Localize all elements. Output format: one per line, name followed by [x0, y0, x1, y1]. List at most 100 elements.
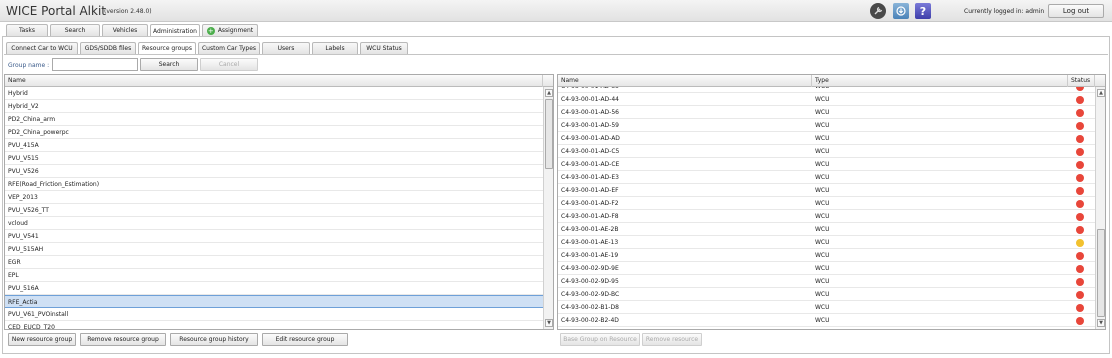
subtab-wcu-status[interactable]: WCU Status: [360, 42, 408, 54]
status-indicator: [1076, 161, 1084, 169]
table-row[interactable]: C4-93-00-02-9D-95 WCU: [558, 275, 1095, 288]
table-row[interactable]: C4-93-00-01-AD-F8 WCU: [558, 210, 1095, 223]
table-row[interactable]: PVU_415A: [5, 139, 543, 152]
table-row[interactable]: vcloud: [5, 217, 543, 230]
table-row[interactable]: RFE(Road_Friction_Estimation): [5, 178, 543, 191]
table-row[interactable]: CED_EUCD_T20: [5, 321, 543, 329]
table-row[interactable]: EGR: [5, 256, 543, 269]
subtab-labels[interactable]: Labels: [312, 42, 358, 54]
logout-button[interactable]: Log out: [1048, 4, 1104, 18]
scroll-up-icon[interactable]: ▲: [1097, 89, 1105, 97]
row-type: WCU: [815, 239, 830, 246]
table-row[interactable]: Hybrid_V2: [5, 100, 543, 113]
help-icon[interactable]: ?: [915, 3, 931, 19]
row-name: C4-93-00-01-AD-AD: [561, 135, 620, 142]
column-header-name[interactable]: Name: [5, 75, 543, 87]
row-name: C4-93-00-02-B1-D8: [561, 304, 619, 311]
remove-resource-button[interactable]: Remove resource: [642, 333, 702, 346]
table-row[interactable]: C4-93-00-02-B1-D8 WCU: [558, 301, 1095, 314]
row-name: PVU_V61_PVOinstall: [8, 311, 69, 318]
resource-group-history-button[interactable]: Resource group history: [170, 333, 258, 346]
row-name: C4-93-00-01-AD-C5: [561, 148, 620, 155]
subtab-custom-car-types[interactable]: Custom Car Types: [198, 42, 260, 54]
row-name: C4-93-00-01-AE-13: [561, 239, 619, 246]
cancel-button[interactable]: Cancel: [200, 58, 258, 71]
row-name: C4-93-00-01-AD-F2: [561, 200, 619, 207]
group-name-label: Group name :: [8, 62, 50, 69]
app-header: WICE Portal Alkit (version 2.48.0) ? Cur…: [0, 0, 1112, 22]
subtab-connect-car[interactable]: Connect Car to WCU: [6, 42, 78, 54]
table-row[interactable]: C4-93-00-01-AD-EF WCU: [558, 184, 1095, 197]
resource-groups-grid: Name Hybrid Hybrid_V2 PD2_China_arm PD2_Chi…: [4, 74, 554, 330]
scroll-thumb[interactable]: [1097, 229, 1105, 317]
table-row[interactable]: PVU_V515: [5, 152, 543, 165]
table-row[interactable]: C4-93-00-01-AD-44 WCU: [558, 93, 1095, 106]
status-indicator: [1076, 148, 1084, 156]
table-row[interactable]: PVU_516A: [5, 282, 543, 295]
table-row[interactable]: PVU_V541: [5, 230, 543, 243]
column-header-status[interactable]: Status: [1068, 75, 1095, 87]
status-indicator: [1076, 304, 1084, 312]
row-name: EGR: [8, 259, 21, 266]
new-resource-group-button[interactable]: New resource group: [8, 333, 76, 346]
vertical-scrollbar[interactable]: ▲ ▼: [543, 87, 553, 329]
table-row[interactable]: PVU_V526: [5, 165, 543, 178]
scroll-up-icon[interactable]: ▲: [545, 89, 553, 97]
settings-tool-icon[interactable]: [870, 3, 886, 19]
table-row[interactable]: C4-93-00-02-9D-BC WCU: [558, 288, 1095, 301]
status-indicator: [1076, 200, 1084, 208]
table-row[interactable]: EPL: [5, 269, 543, 282]
tab-assignment-label: Assignment: [217, 27, 254, 34]
tab-assignment[interactable]: + Assignment: [202, 24, 258, 36]
scroll-down-icon[interactable]: ▼: [1097, 319, 1105, 327]
scroll-down-icon[interactable]: ▼: [545, 319, 553, 327]
tab-tasks[interactable]: Tasks: [6, 24, 48, 36]
table-row[interactable]: C4-93-00-01-AD-56 WCU: [558, 106, 1095, 119]
table-row[interactable]: C4-93-00-01-AE-2B WCU: [558, 223, 1095, 236]
table-row[interactable]: C4-93-00-01-AD-CE WCU: [558, 158, 1095, 171]
table-row[interactable]: PVU_515AH: [5, 243, 543, 256]
table-row[interactable]: PVU_V61_PVOinstall: [5, 308, 543, 321]
edit-resource-group-button[interactable]: Edit resource group: [262, 333, 348, 346]
subtab-resource-groups[interactable]: Resource groups: [138, 42, 196, 54]
scroll-thumb[interactable]: [545, 99, 553, 169]
table-row[interactable]: C4-93-00-01-AE-13 WCU: [558, 236, 1095, 249]
table-row[interactable]: C4-93-00-02-B2-4D WCU: [558, 314, 1095, 327]
table-row[interactable]: PVU_V526_TT: [5, 204, 543, 217]
status-indicator: [1076, 291, 1084, 299]
row-type: WCU: [815, 135, 830, 142]
table-row[interactable]: C4-93-00-01-AD-C5 WCU: [558, 145, 1095, 158]
row-name: EPL: [8, 272, 19, 279]
column-header-name[interactable]: Name: [558, 75, 812, 87]
row-type: WCU: [815, 291, 830, 298]
table-row[interactable]: PD2_China_powerpc: [5, 126, 543, 139]
table-row[interactable]: C4-93-00-01-AD-E3 WCU: [558, 171, 1095, 184]
row-name: C4-93-00-01-AD-59: [561, 122, 619, 129]
table-row[interactable]: C4-93-00-02-9D-9E WCU: [558, 262, 1095, 275]
tab-search[interactable]: Search: [50, 24, 100, 36]
table-row[interactable]: C4-93-00-01-AD-AD WCU: [558, 132, 1095, 145]
search-button[interactable]: Search: [140, 58, 198, 71]
subtab-gds-sddb[interactable]: GDS/SDDB files: [80, 42, 136, 54]
table-row[interactable]: Hybrid: [5, 87, 543, 100]
table-row[interactable]: PD2_China_arm: [5, 113, 543, 126]
subtab-users[interactable]: Users: [262, 42, 310, 54]
status-indicator: [1076, 226, 1084, 234]
table-row[interactable]: VEP_2013: [5, 191, 543, 204]
download-icon[interactable]: [893, 3, 909, 19]
base-group-on-resource-button[interactable]: Base Group on Resource: [560, 333, 640, 346]
row-name: PVU_V515: [8, 155, 39, 162]
group-name-input[interactable]: [52, 58, 138, 71]
resources-grid: Name Type Status C4-93-00-01-AD-35WCUC4-…: [557, 74, 1106, 330]
table-row[interactable]: C4-93-00-01-AD-F2 WCU: [558, 197, 1095, 210]
remove-resource-group-button[interactable]: Remove resource group: [80, 333, 166, 346]
column-header-type[interactable]: Type: [812, 75, 1068, 87]
app-title: WICE Portal Alkit: [6, 4, 107, 18]
tab-vehicles[interactable]: Vehicles: [102, 24, 148, 36]
row-name: C4-93-00-01-AD-CE: [561, 161, 620, 168]
table-row[interactable]: C4-93-00-01-AE-19 WCU: [558, 249, 1095, 262]
table-row[interactable]: RFE_Actia: [5, 295, 543, 308]
add-icon: +: [206, 26, 215, 35]
table-row[interactable]: C4-93-00-01-AD-59 WCU: [558, 119, 1095, 132]
vertical-scrollbar[interactable]: ▲ ▼: [1095, 87, 1105, 329]
